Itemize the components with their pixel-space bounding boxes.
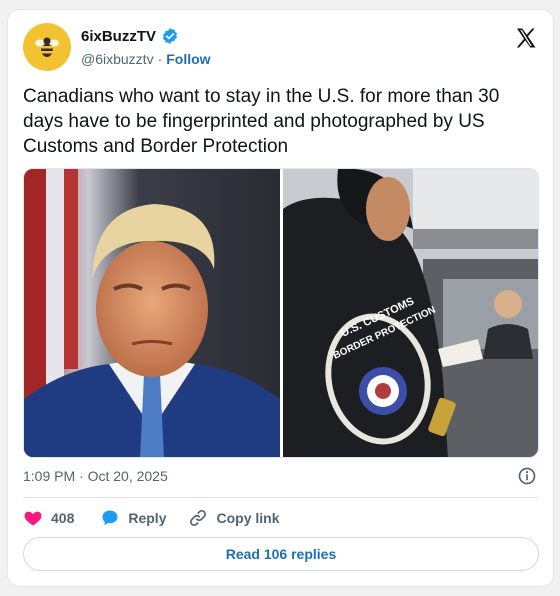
info-icon[interactable]	[517, 466, 537, 486]
like-button[interactable]: 408	[23, 508, 74, 528]
reply-button[interactable]: Reply	[100, 508, 166, 528]
author-name-row: 6ixBuzzTV	[81, 27, 179, 45]
reply-bubble-icon	[102, 510, 118, 526]
action-bar: 408 Reply Copy link	[23, 508, 280, 528]
media-photo-portrait[interactable]	[24, 169, 280, 457]
portrait-image	[24, 169, 280, 457]
like-count: 408	[51, 510, 75, 526]
author-handle-row: @6ixbuzztv · Follow	[81, 51, 211, 67]
separator-dot: ·	[157, 51, 163, 67]
tweet-card: 6ixBuzzTV @6ixbuzztv · Follow Canadians …	[7, 9, 554, 587]
author-handle[interactable]: @6ixbuzztv	[81, 51, 154, 67]
verified-icon	[162, 28, 178, 44]
author-display-name[interactable]: 6ixBuzzTV	[81, 28, 156, 45]
follow-button[interactable]: Follow	[166, 51, 210, 67]
officer-image: U.S. CUSTOMS BORDER PROTECTION	[283, 169, 538, 457]
copy-link-button[interactable]: Copy link	[188, 508, 280, 528]
copy-link-label: Copy link	[216, 510, 280, 526]
reply-label: Reply	[128, 510, 167, 526]
tweet-media[interactable]: U.S. CUSTOMS BORDER PROTECTION	[23, 168, 539, 458]
link-icon	[190, 510, 207, 526]
heart-icon	[24, 511, 42, 526]
read-replies-button[interactable]: Read 106 replies	[23, 537, 539, 571]
author-avatar[interactable]	[23, 23, 71, 71]
tweet-text: Canadians who want to stay in the U.S. f…	[23, 86, 500, 157]
x-logo-icon[interactable]	[514, 26, 538, 50]
divider	[23, 497, 538, 498]
bee-logo-icon	[35, 37, 59, 57]
tweet-timestamp[interactable]: 1:09 PM · Oct 20, 2025	[23, 468, 168, 484]
media-photo-officer[interactable]: U.S. CUSTOMS BORDER PROTECTION	[283, 169, 538, 457]
